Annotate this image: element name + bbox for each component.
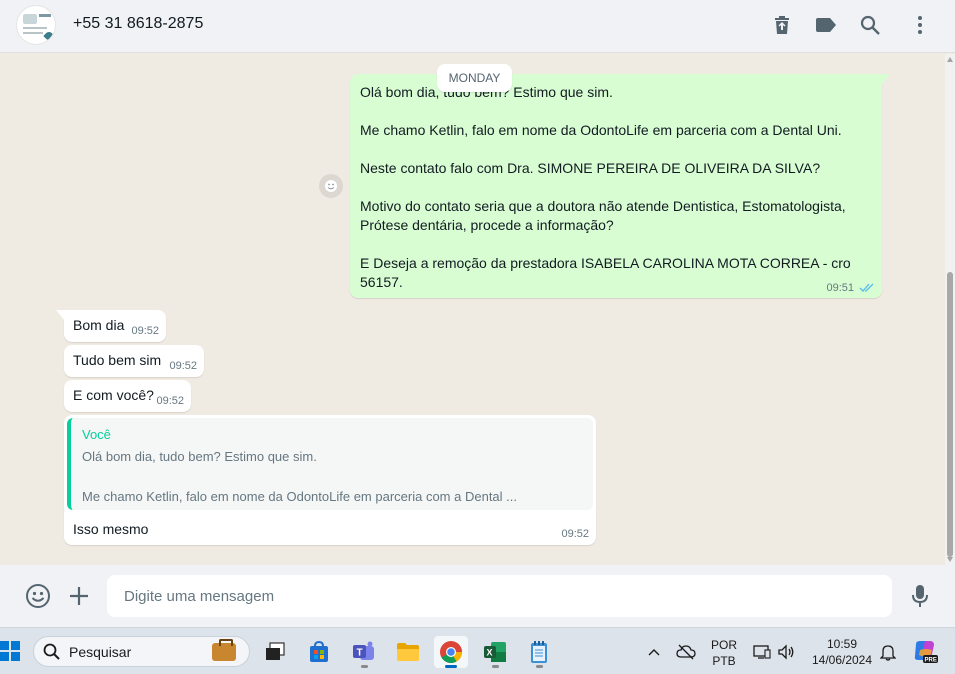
message-text: Bom dia [73,317,125,333]
day-divider: MONDAY [437,64,512,92]
notepad-icon[interactable] [522,636,556,668]
chat-scrollbar[interactable] [945,54,955,565]
incoming-message[interactable]: Tudo bem sim 09:52 [64,345,204,377]
label-icon[interactable] [813,12,839,38]
copilot-icon[interactable]: PRE [909,636,941,668]
windows-start-icon[interactable] [0,641,20,661]
delete-icon[interactable] [769,12,795,38]
quote-text: Me chamo Ketlin, falo em nome da OdontoL… [82,489,517,504]
search-icon [43,643,60,660]
quote-text: Olá bom dia, tudo bem? Estimo que sim. [82,449,317,464]
quoted-message[interactable]: Você Olá bom dia, tudo bem? Estimo que s… [67,418,593,510]
message-time: 09:52 [561,528,589,540]
chevron-up-icon[interactable] [640,636,668,668]
network-icon[interactable] [749,636,775,668]
excel-icon[interactable]: X [478,636,512,668]
task-view-icon[interactable] [258,636,292,668]
scrollbar-thumb[interactable] [947,272,953,557]
contact-avatar[interactable] [16,5,56,45]
quote-author: Você [82,427,111,442]
react-emoji-icon[interactable] [319,174,343,198]
svg-text:X: X [487,648,493,658]
volume-icon[interactable] [773,636,799,668]
message-time: 09:52 [131,325,159,337]
teams-icon[interactable]: T [347,636,381,668]
outgoing-message[interactable]: Olá bom dia, tudo bem? Estimo que sim. M… [350,74,890,298]
svg-text:T: T [357,648,363,659]
cloud-offline-icon[interactable] [672,636,700,668]
microphone-icon[interactable] [906,582,934,610]
windows-taskbar: Pesquisar T X POR PTB 10:59 14/06/2024 P… [0,627,955,674]
clock-date: 14/06/2024 [811,653,873,667]
briefcase-icon [212,639,236,661]
taskbar-search[interactable]: Pesquisar [33,636,250,667]
lang-top: POR [710,638,737,652]
file-explorer-icon[interactable] [391,636,425,668]
message-input[interactable] [107,575,892,617]
search-label: Pesquisar [69,644,132,660]
search-icon[interactable] [857,12,883,38]
message-text: E com você? [73,387,154,403]
attach-plus-icon[interactable] [65,582,93,610]
lang-bottom: PTB [712,654,736,668]
notification-bell-icon[interactable] [875,636,901,668]
incoming-message[interactable]: Bom dia 09:52 [56,310,166,342]
contact-name[interactable]: +55 31 8618-2875 [73,15,203,33]
chrome-icon[interactable] [434,636,468,668]
read-ticks-icon [859,283,874,292]
message-time: 09:51 [826,282,854,294]
incoming-message[interactable]: E com você? 09:52 [64,380,191,412]
clock-time: 10:59 [826,637,858,651]
message-text: Olá bom dia, tudo bem? Estimo que sim. M… [360,84,851,290]
message-time: 09:52 [156,395,184,407]
message-text: Isso mesmo [73,521,149,537]
store-icon[interactable] [302,636,336,668]
message-text: Tudo bem sim [73,352,162,368]
chat-header: +55 31 8618-2875 [0,0,955,53]
menu-icon[interactable] [907,12,933,38]
reply-message[interactable]: Você Olá bom dia, tudo bem? Estimo que s… [64,415,596,545]
svg-text:PRE: PRE [925,658,937,664]
clock[interactable]: 10:59 14/06/2024 [806,636,878,668]
emoji-icon[interactable] [24,582,52,610]
message-time: 09:52 [169,360,197,372]
composer-bar [0,565,955,627]
input-language[interactable]: POR PTB [704,637,744,669]
